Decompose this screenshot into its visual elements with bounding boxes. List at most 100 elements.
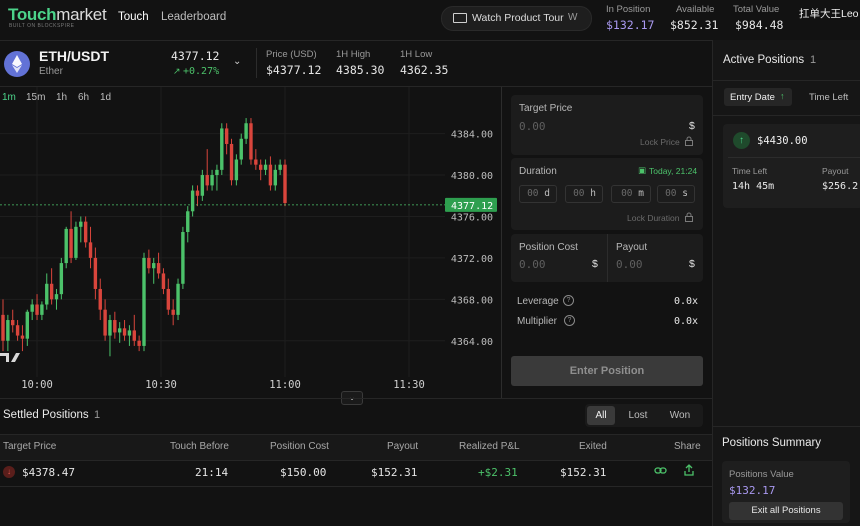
multiplier-value: 0.0x — [674, 316, 699, 327]
positions-value-label: Positions Value — [729, 469, 794, 480]
candle-body — [171, 309, 175, 315]
payout-input[interactable]: 0.00 — [616, 258, 643, 271]
candle-body — [25, 311, 30, 339]
candle-body — [224, 128, 229, 144]
divider — [728, 157, 860, 158]
minutes-unit: m — [638, 188, 644, 199]
candle-body — [249, 123, 253, 160]
candle-body — [59, 263, 64, 295]
watch-tour-button[interactable]: Watch Product Tour W — [441, 6, 592, 31]
candle-body — [103, 309, 107, 336]
payout-label: Payout — [616, 242, 648, 253]
high-label: 1H High — [336, 49, 371, 60]
duration-minutes-input[interactable]: 00 m — [611, 185, 651, 203]
enter-position-button[interactable]: Enter Position — [511, 356, 703, 386]
candle-body — [117, 328, 122, 333]
candle-body — [190, 190, 195, 212]
lock-duration-label: Lock Duration — [627, 213, 680, 223]
target-price-input[interactable]: 0.00 — [519, 120, 546, 133]
candle-body — [220, 128, 224, 170]
y-tick-label: 4384.00 — [451, 130, 493, 141]
multiplier-label: Multiplier — [517, 316, 558, 327]
active-positions-title: Active Positions — [723, 54, 805, 66]
col-realized-pnl: Realized P&L — [459, 441, 520, 452]
help-icon[interactable]: ? — [563, 295, 574, 306]
share-icon[interactable] — [683, 464, 695, 480]
nav-leaderboard[interactable]: Leaderboard — [161, 11, 226, 23]
lock-icon[interactable] — [684, 136, 694, 149]
user-name[interactable]: 扛单大王Leo — [799, 6, 859, 21]
low-value: 4362.35 — [400, 63, 449, 77]
divider — [713, 115, 860, 116]
candle-body — [258, 164, 263, 170]
x-tick-label: 10:00 — [21, 379, 53, 391]
y-tick-label: 4364.00 — [451, 337, 493, 348]
today-label[interactable]: Today, 21:24 — [649, 166, 697, 176]
x-tick-label: 10:30 — [145, 379, 177, 391]
low-label: 1H Low — [400, 49, 433, 60]
candle-body — [35, 304, 39, 315]
nav-touch[interactable]: Touch — [118, 11, 149, 23]
candle-body — [273, 169, 277, 186]
last-price-label: 4377.12 — [451, 201, 493, 212]
chevron-down-icon[interactable]: ⌄ — [233, 56, 241, 67]
candle-body — [147, 257, 151, 269]
in-position-value: $132.17 — [606, 18, 655, 32]
payout-unit: $ — [689, 258, 695, 270]
y-tick-label: 4372.00 — [451, 254, 493, 265]
chart-x-axis: 10:00 10:30 11:00 11:30 — [21, 379, 425, 391]
y-tick-label: 4380.00 — [451, 171, 493, 182]
filter-won[interactable]: Won — [664, 406, 696, 425]
days-unit: d — [544, 188, 550, 199]
current-price: 4377.12 — [171, 49, 220, 63]
position-cost-label: Position Cost — [519, 242, 578, 253]
seconds-placeholder: 00 — [665, 188, 677, 199]
divider — [256, 48, 257, 78]
x-tick-label: 11:00 — [269, 379, 301, 391]
candle-body — [166, 288, 171, 310]
calendar-icon[interactable]: ▣ — [638, 165, 646, 176]
exit-all-button[interactable]: Exit all Positions — [729, 502, 843, 520]
candle-body — [215, 169, 219, 176]
row-touch-before: 21:14 — [195, 466, 229, 479]
sort-time-left-button[interactable]: Time Left — [809, 92, 848, 103]
row-exited: $152.31 — [560, 466, 607, 479]
candle-body — [20, 335, 25, 339]
candle-body — [1, 314, 5, 341]
candle-body — [229, 143, 234, 181]
candle-body — [64, 228, 68, 264]
col-touch-before: Touch Before — [170, 441, 229, 452]
duration-hours-input[interactable]: 00 h — [565, 185, 603, 203]
days-placeholder: 00 — [527, 188, 539, 199]
chart-y-axis: 4384.00 4380.00 4376.00 4372.00 4368.00 4364.… — [451, 130, 493, 348]
candle-body — [132, 330, 136, 341]
row-payout: $152.31 — [371, 466, 418, 479]
price-usd-label: Price (USD) — [266, 49, 317, 60]
candle-body — [210, 175, 214, 186]
filter-all[interactable]: All — [587, 406, 615, 425]
candle-body — [15, 325, 20, 336]
divider — [501, 87, 502, 398]
filter-lost[interactable]: Lost — [622, 406, 654, 425]
price-chart[interactable]: 4384.00 4380.00 4376.00 4372.00 4368.00 4364.… — [0, 87, 501, 397]
settled-count: 1 — [94, 409, 101, 421]
position-cost-input[interactable]: 0.00 — [519, 258, 546, 271]
link-icon[interactable] — [654, 465, 668, 480]
positions-summary-title: Positions Summary — [722, 437, 822, 449]
candle-body — [49, 283, 54, 300]
duration-seconds-input[interactable]: 00 s — [657, 185, 695, 203]
candle-body — [79, 221, 83, 227]
candle-body — [254, 159, 258, 165]
candle-body — [122, 328, 127, 336]
y-tick-label: 4368.00 — [451, 295, 493, 306]
trend-up-icon: ↗ — [173, 66, 181, 76]
brand-logo[interactable]: Touchmarket — [8, 5, 107, 25]
y-tick-label: 4376.00 — [451, 212, 493, 223]
lock-icon[interactable] — [684, 212, 694, 225]
target-price-unit: $ — [689, 120, 695, 132]
candle-body — [69, 228, 73, 258]
candle-body — [195, 190, 200, 196]
help-icon[interactable]: ? — [564, 315, 575, 326]
candle-body — [176, 283, 180, 315]
duration-days-input[interactable]: 00 d — [519, 185, 557, 203]
